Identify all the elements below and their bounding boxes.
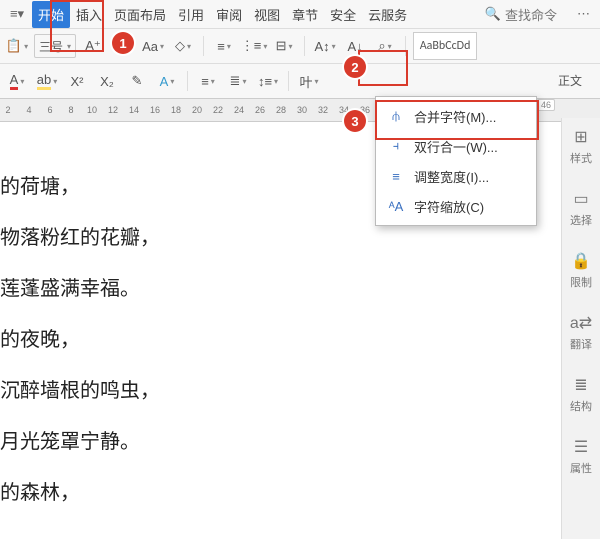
paste-button[interactable]: 📋 — [4, 33, 30, 59]
right-pane-翻译[interactable]: a⇄ 翻译 — [570, 314, 592, 352]
document-line[interactable]: 莲蓬盛满幸福。 — [0, 272, 560, 301]
more-menu[interactable]: ⋯ — [567, 6, 600, 22]
ruler-page-badge: 46 — [537, 99, 555, 111]
multilevel-list-button[interactable]: ⊟ — [271, 33, 297, 59]
ruler-tick: 28 — [275, 105, 287, 115]
merge-icon: ⫛ — [386, 107, 406, 125]
char-menu-item-two-line[interactable]: ⫞ 双行合一(W)... — [376, 131, 536, 161]
tab-插入[interactable]: 插入 — [70, 1, 108, 28]
ruler-tick: 22 — [212, 105, 224, 115]
number-list-button[interactable]: ⋮≡ — [241, 33, 267, 59]
format-painter-button[interactable]: ✎ — [124, 68, 150, 94]
document-line[interactable]: 的森林， — [0, 476, 560, 505]
ruler-tick: 16 — [149, 105, 161, 115]
right-pane-icon: a⇄ — [572, 314, 590, 332]
right-pane-label: 样式 — [570, 150, 592, 166]
right-pane-属性[interactable]: ☰ 属性 — [570, 438, 592, 476]
font-size-selector[interactable]: 三号 — [34, 34, 76, 58]
right-pane-label: 选择 — [570, 212, 592, 228]
tab-页面布局[interactable]: 页面布局 — [108, 1, 172, 28]
right-pane-icon: ▭ — [572, 190, 590, 208]
ruler-tick: 12 — [107, 105, 119, 115]
ruler-tick: 24 — [233, 105, 245, 115]
right-pane-结构[interactable]: ≣ 结构 — [570, 376, 592, 414]
right-pane-label: 结构 — [570, 398, 592, 414]
ruler-tick: 18 — [170, 105, 182, 115]
tab-章节[interactable]: 章节 — [286, 1, 324, 28]
char-menu-item-label: 调整宽度(I)... — [414, 167, 489, 186]
document-line[interactable]: 月光笼罩宁静。 — [0, 425, 560, 454]
right-pane-label: 翻译 — [570, 336, 592, 352]
right-pane-样式[interactable]: ⊞ 样式 — [570, 128, 592, 166]
subscript-button[interactable]: X₂ — [94, 68, 120, 94]
clear-format-button[interactable]: ◇ — [170, 33, 196, 59]
ruler-tick: 26 — [254, 105, 266, 115]
tabs: 开始插入页面布局引用审阅视图章节安全云服务 — [32, 1, 475, 28]
ruler-tick: 20 — [191, 105, 203, 115]
menubar: ≡▾ 开始插入页面布局引用审阅视图章节安全云服务 🔍 查找命令 ⋯ — [0, 0, 600, 29]
highlight-button[interactable]: ab — [34, 68, 60, 94]
char-menu-item-width[interactable]: ≡ 调整宽度(I)... — [376, 161, 536, 191]
font-color-button[interactable]: A — [4, 68, 30, 94]
tab-开始[interactable]: 开始 — [32, 1, 70, 28]
tab-云服务[interactable]: 云服务 — [362, 1, 413, 28]
right-pane-label: 属性 — [570, 460, 592, 476]
command-search[interactable]: 🔍 查找命令 — [485, 5, 557, 24]
right-pane-icon: ≣ — [572, 376, 590, 394]
char-menu-item-scale[interactable]: ᴬA 字符缩放(C) — [376, 191, 536, 221]
search-icon: 🔍 — [485, 6, 501, 22]
document-line[interactable]: 的夜晚， — [0, 323, 560, 352]
ruler-tick: 10 — [86, 105, 98, 115]
right-pane-icon: 🔒 — [572, 252, 590, 270]
width-icon: ≡ — [386, 167, 406, 185]
style-name-label: 正文 — [558, 72, 582, 89]
find-button[interactable]: ⌕ — [372, 33, 398, 59]
ruler-tick: 2 — [2, 105, 14, 115]
scale-icon: ᴬA — [386, 197, 406, 215]
app-menu-button[interactable]: ≡▾ — [4, 3, 30, 25]
right-pane-限制[interactable]: 🔒 限制 — [570, 252, 592, 290]
change-case-button[interactable]: Aa — [140, 33, 166, 59]
char-menu-item-label: 合并字符(M)... — [414, 107, 496, 126]
text-effects-button[interactable]: A — [154, 68, 180, 94]
search-placeholder: 查找命令 — [505, 5, 557, 24]
char-layout-button[interactable]: A↕ — [312, 33, 338, 59]
style-preview[interactable]: AaBbCcDd — [413, 32, 477, 60]
ruler-tick: 14 — [128, 105, 140, 115]
callout-2: 2 — [344, 56, 366, 78]
right-pane-icon: ⊞ — [572, 128, 590, 146]
ribbon-row-1: 📋 三号 A⁺ A⁻ Aa ◇ ≡ ⋮≡ ⊟ A↕ A↓ ⌕ AaBbCcDd — [0, 29, 600, 64]
right-pane-label: 限制 — [570, 274, 592, 290]
right-pane-选择[interactable]: ▭ 选择 — [570, 190, 592, 228]
ruler-tick: 8 — [65, 105, 77, 115]
two-line-icon: ⫞ — [386, 137, 406, 155]
document-line[interactable]: 沉醉墙根的鸣虫， — [0, 374, 560, 403]
callout-3: 3 — [344, 110, 366, 132]
ruler-tick: 32 — [317, 105, 329, 115]
align-both-button[interactable]: ≣ — [225, 68, 251, 94]
char-layout-menu: ⫛ 合并字符(M)... ⫞ 双行合一(W)... ≡ 调整宽度(I)... ᴬA 字符缩放(… — [375, 96, 537, 226]
char-menu-item-label: 字符缩放(C) — [414, 197, 484, 216]
line-spacing-button[interactable]: ↕≡ — [255, 68, 281, 94]
increase-font-button[interactable]: A⁺ — [80, 33, 106, 59]
callout-1: 1 — [112, 32, 134, 54]
right-task-pane: ⊞ 样式 ▭ 选择 🔒 限制 a⇄ 翻译 ≣ 结构 ☰ 属性 — [561, 118, 600, 539]
tab-安全[interactable]: 安全 — [324, 1, 362, 28]
ruler-tick: 30 — [296, 105, 308, 115]
tab-审阅[interactable]: 审阅 — [210, 1, 248, 28]
char-menu-item-label: 双行合一(W)... — [414, 137, 498, 156]
char-menu-trigger[interactable]: 叶 — [296, 68, 322, 94]
tab-引用[interactable]: 引用 — [172, 1, 210, 28]
superscript-button[interactable]: X² — [64, 68, 90, 94]
char-menu-item-merge[interactable]: ⫛ 合并字符(M)... — [376, 101, 536, 131]
tab-视图[interactable]: 视图 — [248, 1, 286, 28]
ribbon-row-2: A ab X² X₂ ✎ A ≡ ≣ ↕≡ 叶 正文 — [0, 64, 600, 99]
align-button[interactable]: ≡ — [195, 68, 221, 94]
ruler-tick: 4 — [23, 105, 35, 115]
right-pane-icon: ☰ — [572, 438, 590, 456]
bullet-list-button[interactable]: ≡ — [211, 33, 237, 59]
ruler-tick: 6 — [44, 105, 56, 115]
